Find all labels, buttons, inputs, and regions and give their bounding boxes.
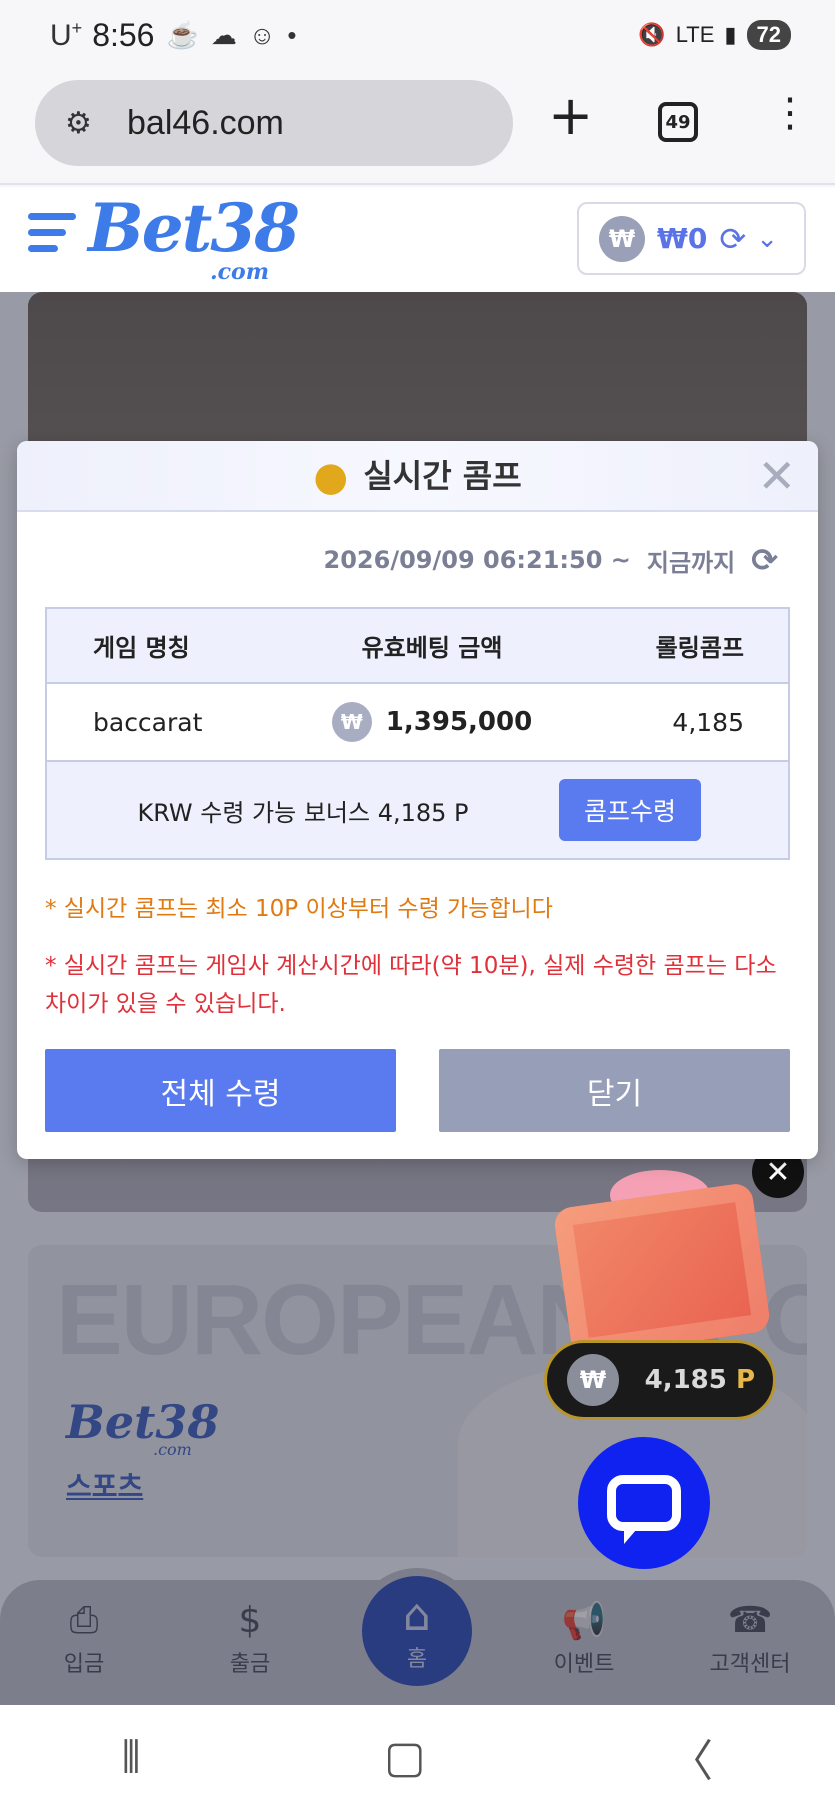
status-bar: U+ 8:56 ☕ ☁ ☺ • 🔇 LTE ▮ 72 — [0, 0, 835, 70]
row-bet-value: 1,395,000 — [385, 707, 533, 737]
refresh-icon[interactable]: ⟳ — [719, 220, 746, 258]
won-coin-icon: ₩ — [599, 215, 645, 262]
modal-title: 실시간 콤프 — [363, 457, 522, 495]
more-menu-icon[interactable]: ⋮ — [770, 90, 810, 136]
chat-icon — [607, 1475, 681, 1544]
carrier-label: U+ — [50, 17, 83, 52]
new-tab-button[interactable]: + — [548, 84, 593, 147]
battery-indicator: 72 — [746, 20, 791, 50]
bonus-row: KRW 수령 가능 보너스 4,185 P 콤프수령 — [47, 762, 788, 858]
note-minimum: * 실시간 콤프는 최소 10P 이상부터 수령 가능합니다 — [45, 896, 553, 922]
period-row: 2026/09/09 06:21:50 ~ 지금까지 ⟳ — [324, 541, 778, 579]
close-icon[interactable]: ✕ — [757, 449, 796, 503]
clock: 8:56 — [92, 16, 155, 53]
row-comp: 4,185 — [672, 707, 744, 737]
close-button[interactable]: 닫기 — [439, 1049, 790, 1132]
dot-icon: • — [287, 19, 297, 50]
url-text[interactable]: bal46.com — [127, 104, 284, 143]
gold-coins-icon: ● — [313, 453, 349, 500]
table-row: baccarat ₩ 1,395,000 4,185 — [47, 684, 788, 762]
header-game: 게임 명칭 — [93, 634, 190, 662]
comp-table: 게임 명칭 유효베팅 금액 롤링콤프 baccarat ₩ 1,395,000 … — [45, 607, 790, 860]
wallet-dropdown[interactable]: ₩ ₩0 ⟳ ⌄ — [577, 202, 806, 275]
mute-icon: 🔇 — [638, 22, 666, 47]
header-comp: 롤링콤프 — [655, 634, 744, 662]
tab-count-button[interactable]: 49 — [658, 102, 698, 142]
wallet-balance: ₩0 — [657, 222, 708, 255]
signal-icon: ▮ — [724, 22, 737, 47]
site-logo[interactable]: Bet38 — [88, 192, 300, 264]
bonus-text: KRW 수령 가능 보너스 4,185 P — [137, 798, 469, 827]
row-game: baccarat — [93, 707, 203, 737]
network-label: LTE — [675, 22, 715, 47]
comp-balance-pill[interactable]: ₩ 4,185 P — [544, 1340, 776, 1420]
browser-toolbar: ⚙ bal46.com + 49 ⋮ — [0, 70, 835, 185]
note-difference: * 실시간 콤프는 게임사 계산시간에 따라(약 10분), 실제 수령한 콤프… — [45, 953, 777, 1017]
recents-icon[interactable]: ⫴ — [122, 1732, 140, 1783]
period-start: 2026/09/09 06:21:50 ~ — [323, 546, 631, 574]
system-nav-bar: ⫴ ▢ 〈 — [0, 1705, 835, 1809]
cloud-icon: ☁ — [210, 19, 237, 50]
site-header: Bet38 .com ₩ ₩0 ⟳ ⌄ — [0, 187, 835, 292]
menu-icon[interactable] — [28, 213, 76, 261]
site-settings-icon[interactable]: ⚙ — [65, 106, 109, 141]
site-logo-sub: .com — [210, 259, 270, 285]
won-coin-icon: ₩ — [567, 1354, 619, 1406]
back-icon[interactable]: 〈 — [669, 1725, 713, 1789]
address-bar[interactable]: ⚙ bal46.com — [35, 80, 513, 166]
period-end: 지금까지 — [646, 548, 736, 577]
table-header: 게임 명칭 유효베팅 금액 롤링콤프 — [47, 609, 788, 684]
claim-all-button[interactable]: 전체 수령 — [45, 1049, 396, 1132]
chat-button[interactable] — [578, 1437, 710, 1569]
avatar-icon: ☺ — [248, 19, 276, 50]
header-bet-amount: 유효베팅 금액 — [361, 634, 503, 662]
won-coin-icon: ₩ — [331, 702, 372, 742]
refresh-icon[interactable]: ⟳ — [751, 541, 778, 579]
claim-comp-button[interactable]: 콤프수령 — [559, 779, 701, 841]
modal-header: ● 실시간 콤프 ✕ — [17, 441, 818, 512]
row-bet-amount: ₩ 1,395,000 — [297, 702, 567, 742]
chevron-down-icon[interactable]: ⌄ — [756, 224, 778, 254]
realtime-comp-modal: ● 실시간 콤프 ✕ 2026/09/09 06:21:50 ~ 지금까지 ⟳ … — [17, 441, 818, 1159]
home-system-icon[interactable]: ▢ — [384, 1732, 426, 1783]
gift-box-image[interactable] — [552, 1181, 772, 1359]
comp-balance-value: 4,185 P — [644, 1365, 755, 1395]
coffee-icon: ☕ — [166, 19, 199, 50]
